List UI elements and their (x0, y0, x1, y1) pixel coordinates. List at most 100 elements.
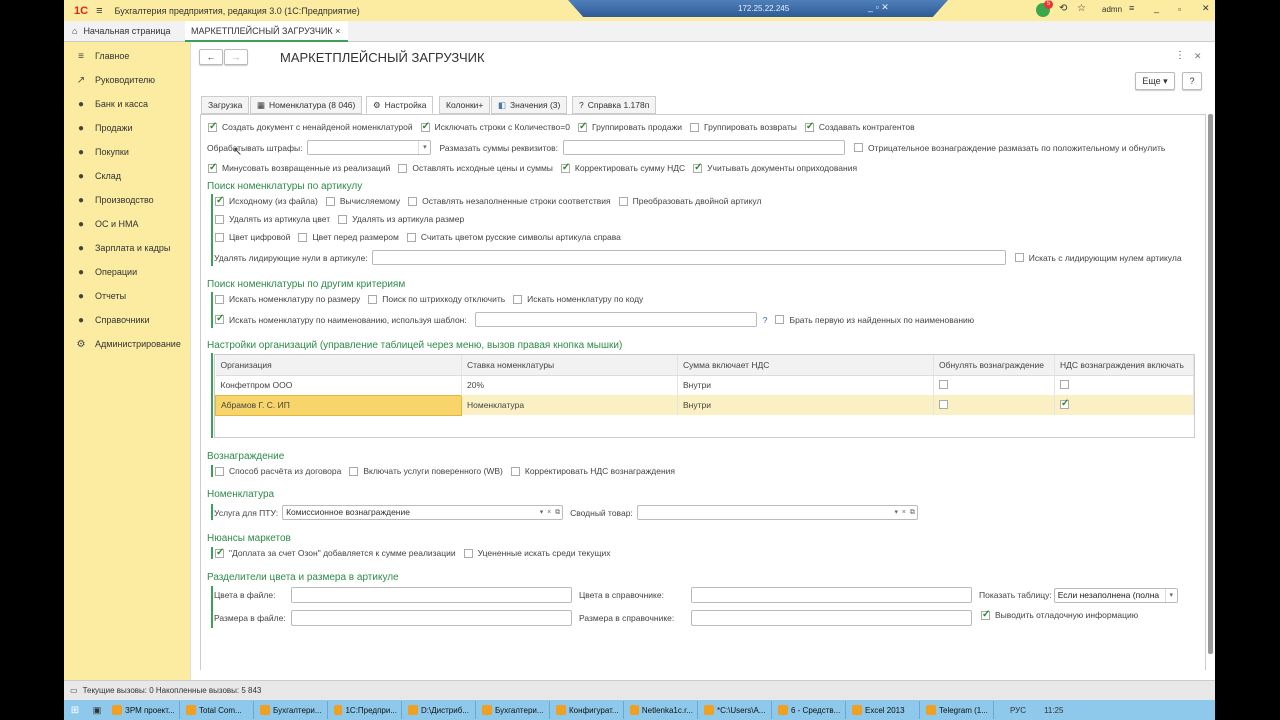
template-input[interactable] (474, 312, 757, 327)
option-checkbox[interactable] (215, 466, 224, 476)
option-checkbox[interactable] (208, 162, 217, 173)
option-checkbox[interactable] (420, 121, 430, 132)
history-icon[interactable]: ⟲ (1059, 3, 1067, 14)
forward-button[interactable]: → (224, 49, 248, 65)
tab-columns[interactable]: Колонки+ (439, 96, 491, 114)
table-row[interactable]: Конфетпром ООО 20% Внутри (215, 375, 1194, 395)
zero-checkbox[interactable] (939, 399, 948, 409)
option-checkbox[interactable] (215, 214, 224, 224)
sidebar-item[interactable]: ↗ Руководителю (64, 68, 190, 92)
back-button[interactable]: ← (199, 49, 223, 65)
option-checkbox[interactable] (215, 547, 224, 558)
cell-org[interactable]: Конфетпром ООО (215, 375, 462, 395)
sidebar-item[interactable]: ● Склад (64, 164, 190, 188)
option-checkbox[interactable] (215, 232, 224, 242)
restore-icon[interactable]: ▫ (1178, 4, 1181, 14)
option-checkbox[interactable] (690, 122, 700, 132)
vat-reward-checkbox[interactable] (1060, 398, 1069, 409)
neg-reward-checkbox[interactable] (854, 143, 863, 152)
tray-lang[interactable]: РУС (1010, 706, 1026, 715)
taskbar-app[interactable]: Excel 2013 (848, 701, 920, 719)
option-checkbox[interactable] (349, 466, 359, 476)
settings-menu-icon[interactable]: ≡ (1129, 3, 1134, 13)
taskbar-app[interactable]: Бухгалтери... (256, 701, 328, 719)
sidebar-item[interactable]: ⚙ Администрирование (64, 332, 190, 356)
option-checkbox[interactable] (618, 196, 628, 206)
show-desktop-icon[interactable]: ▣ (86, 705, 108, 716)
user-name[interactable]: admn (1102, 5, 1122, 14)
sidebar-item[interactable]: ● Банк и касса (64, 92, 190, 116)
sidebar-item[interactable]: ● ОС и НМА (64, 212, 190, 236)
cell-rate[interactable]: Номенклатура (461, 395, 678, 415)
tab-home[interactable]: ⌂ Начальная страница (64, 21, 184, 41)
zero-checkbox[interactable] (939, 379, 948, 389)
col-rate[interactable]: Ставка номенклатуры (461, 355, 678, 376)
scrollbar[interactable] (1208, 114, 1213, 654)
cell-vat[interactable]: Внутри (677, 375, 934, 395)
sidebar-item[interactable]: ● Операции (64, 260, 190, 284)
cell-rate[interactable]: 20% (461, 375, 678, 395)
taskbar-app[interactable]: Total Com... (182, 701, 254, 719)
minimize-icon[interactable]: _ (1154, 3, 1159, 13)
close-window-icon[interactable]: ✕ (1202, 3, 1210, 14)
first-found-checkbox[interactable] (775, 315, 785, 324)
sidebar-item[interactable]: ● Производство (64, 188, 190, 212)
col-org[interactable]: Организация (215, 355, 462, 376)
main-menu-icon[interactable]: ≡ (96, 5, 102, 17)
tab-nomenclature[interactable]: ▦ Номенклатура (8 046) (250, 96, 363, 114)
form-menu-icon[interactable]: ⋮ (1175, 50, 1185, 61)
option-checkbox[interactable] (338, 214, 348, 224)
taskbar-app[interactable]: D:\Дистриб... (404, 701, 476, 719)
sidebar-item[interactable]: ● Зарплата и кадры (64, 236, 190, 260)
tab-settings[interactable]: ⚙ Настройка (366, 96, 434, 114)
tab-values[interactable]: ◧ Значения (3) (491, 96, 568, 114)
help-button[interactable]: ? (1182, 72, 1202, 90)
template-help-link[interactable]: ? (763, 315, 768, 325)
option-checkbox[interactable] (513, 294, 523, 304)
option-checkbox[interactable] (560, 162, 570, 173)
debug-checkbox[interactable] (981, 609, 990, 620)
show-table-select[interactable]: Если незаполнена (полна ▾ (1053, 587, 1178, 603)
option-checkbox[interactable] (398, 163, 408, 173)
sidebar-item[interactable]: ● Покупки (64, 140, 190, 164)
option-checkbox[interactable] (693, 162, 703, 173)
option-checkbox[interactable] (215, 294, 224, 304)
col-zero[interactable]: Обнулять вознаграждение (933, 355, 1055, 376)
cell-org[interactable]: Абрамов Г. С. ИП (215, 394, 462, 416)
option-checkbox[interactable] (208, 121, 217, 132)
taskbar-app[interactable]: Telegram (1... (922, 701, 994, 719)
col-vat-reward[interactable]: НДС вознаграждения включать (1054, 355, 1194, 376)
taskbar-app[interactable]: Бухгалтери... (478, 701, 550, 719)
zeros-search-checkbox[interactable] (1014, 253, 1024, 262)
color-ref-input[interactable] (691, 587, 972, 603)
start-icon[interactable]: ⊞ (64, 705, 86, 716)
sidebar-item[interactable]: ● Продажи (64, 116, 190, 140)
form-close-icon[interactable]: ✕ (1194, 51, 1202, 62)
tab-load[interactable]: Загрузка (201, 96, 250, 114)
by-name-checkbox[interactable] (215, 313, 224, 324)
favorites-icon[interactable]: ☆ (1077, 3, 1086, 14)
option-checkbox[interactable] (215, 195, 224, 206)
zeros-input[interactable] (371, 250, 1006, 265)
taskbar-app[interactable]: Конфигурат... (552, 701, 624, 719)
fines-select[interactable]: ▾ (307, 140, 432, 155)
option-checkbox[interactable] (408, 196, 418, 206)
option-checkbox[interactable] (325, 196, 335, 206)
size-file-input[interactable] (291, 610, 572, 626)
col-vat[interactable]: Сумма включает НДС (677, 355, 934, 376)
sidebar-item[interactable]: ● Отчеты (64, 284, 190, 308)
tab-help[interactable]: ? Справка 1.178п (572, 96, 657, 114)
rdp-controls[interactable]: _ ▫ ✕ (868, 2, 889, 13)
taskbar-app[interactable]: *C:\Users\A... (700, 701, 772, 719)
taskbar-app[interactable]: Netlenka1c.r... (626, 701, 698, 719)
more-button[interactable]: Еще ▾ (1135, 72, 1175, 90)
sidebar-item[interactable]: ● Справочники (64, 308, 190, 332)
sidebar-item[interactable]: ≡ Главное (64, 44, 190, 68)
taskbar-app[interactable]: 1С:Предпри... (330, 701, 402, 719)
table-row-selected[interactable]: Абрамов Г. С. ИП Номенклатура Внутри (215, 394, 1194, 416)
option-checkbox[interactable] (577, 121, 587, 132)
taskbar-app[interactable]: ЗРМ проект... (108, 701, 180, 719)
option-checkbox[interactable] (406, 232, 416, 242)
option-checkbox[interactable] (368, 294, 378, 304)
option-checkbox[interactable] (298, 232, 308, 242)
